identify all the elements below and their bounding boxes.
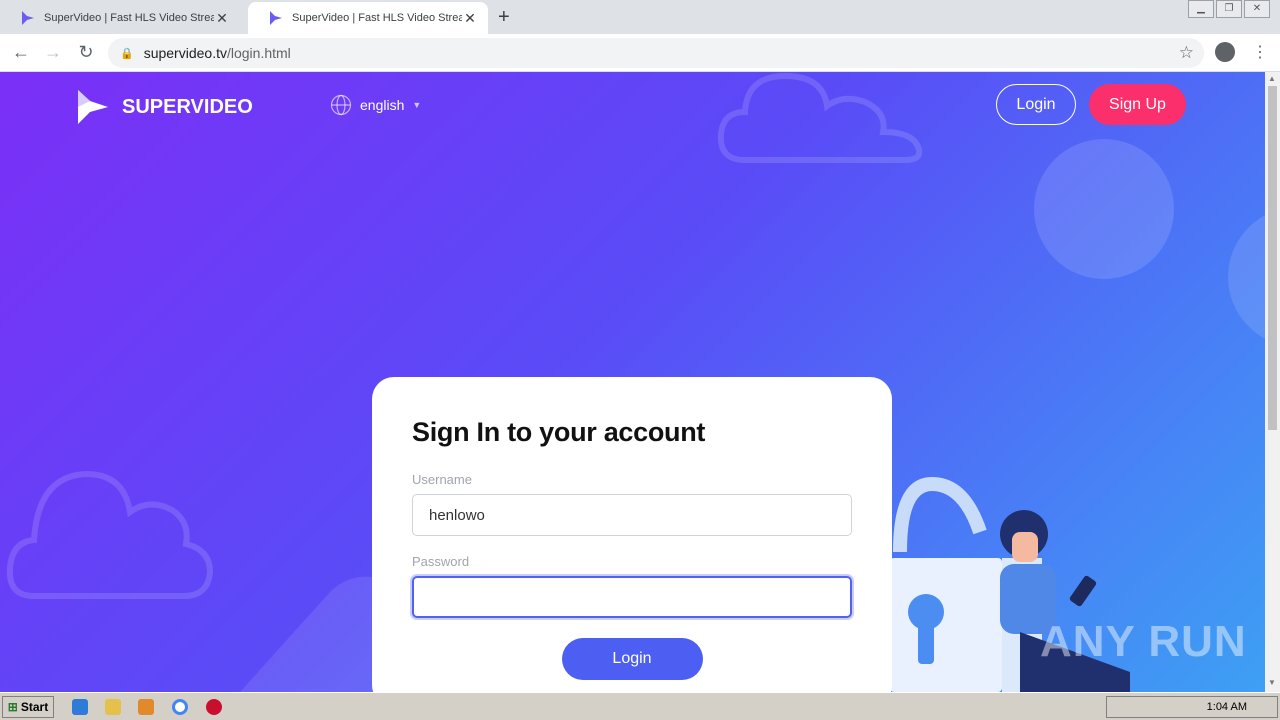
browser-toolbar: ← → ↻ 🔒 supervideo.tv/login.html ☆ ⋮	[0, 34, 1280, 72]
reload-icon[interactable]: ↻	[75, 42, 97, 63]
tab-title: SuperVideo | Fast HLS Video Streaming	[292, 12, 462, 24]
url-host: supervideo.tv	[143, 45, 227, 61]
supervideo-favicon-icon	[22, 11, 34, 25]
globe-icon	[330, 94, 352, 116]
page-scrollbar[interactable]: ▲ ▼	[1265, 72, 1280, 692]
username-field[interactable]: henlowo	[412, 494, 852, 536]
supervideo-favicon-icon	[270, 11, 282, 25]
password-label: Password	[412, 554, 470, 569]
circle-decoration	[1034, 139, 1174, 279]
anyrun-watermark: ANY RUN	[1040, 617, 1247, 666]
bookmark-star-icon[interactable]: ☆	[1179, 43, 1194, 63]
cloud-outline-decoration	[6, 470, 214, 599]
start-label: Start	[20, 700, 49, 714]
tab-title: SuperVideo | Fast HLS Video Streaming	[44, 12, 214, 24]
back-icon[interactable]: ←	[10, 42, 32, 63]
windows-logo-icon: ⊞	[7, 700, 18, 714]
new-tab-button[interactable]: +	[498, 6, 510, 29]
chrome-icon[interactable]	[172, 699, 188, 715]
close-tab-icon[interactable]: ✕	[214, 10, 230, 27]
scroll-up-icon[interactable]: ▲	[1268, 74, 1276, 83]
scrollbar-thumb[interactable]	[1268, 86, 1277, 430]
kebab-menu-icon[interactable]: ⋮	[1252, 42, 1268, 62]
internet-explorer-icon[interactable]	[72, 699, 88, 715]
browser-tab-strip: SuperVideo | Fast HLS Video Streaming ✕ …	[0, 0, 1280, 34]
opera-icon[interactable]	[206, 699, 222, 715]
username-label: Username	[412, 472, 472, 487]
system-tray: 1:04 AM	[1106, 696, 1278, 718]
cloud-outline-decoration	[717, 72, 923, 163]
clock[interactable]: 1:04 AM	[1207, 701, 1247, 713]
minimize-icon[interactable]: ▁	[1188, 0, 1214, 18]
file-explorer-icon[interactable]	[105, 699, 121, 715]
lock-icon: 🔒	[120, 47, 134, 60]
forward-icon[interactable]: →	[42, 42, 64, 63]
windows-taskbar: ⊞ Start 1:04 AM	[0, 692, 1280, 720]
close-tab-icon[interactable]: ✕	[462, 10, 478, 27]
media-player-icon[interactable]	[138, 699, 154, 715]
scroll-down-icon[interactable]: ▼	[1268, 678, 1276, 687]
form-title: Sign In to your account	[412, 417, 706, 447]
language-selector[interactable]: english ▼	[330, 94, 421, 116]
password-field[interactable]	[412, 576, 852, 618]
profile-avatar-icon[interactable]	[1215, 42, 1235, 62]
signup-button[interactable]: Sign Up	[1089, 84, 1186, 125]
chevron-down-icon: ▼	[412, 100, 422, 110]
browser-tab-active[interactable]: SuperVideo | Fast HLS Video Streaming ✕	[248, 2, 488, 34]
brand-name: SUPERVIDEO	[122, 95, 253, 118]
login-submit-button[interactable]: Login	[561, 638, 703, 680]
supervideo-logo-icon	[78, 90, 108, 124]
header-login-button[interactable]: Login	[996, 84, 1076, 125]
browser-tab[interactable]: SuperVideo | Fast HLS Video Streaming ✕	[0, 2, 240, 34]
address-bar[interactable]: 🔒 supervideo.tv/login.html ☆	[108, 38, 1204, 68]
start-button[interactable]: ⊞ Start	[2, 696, 54, 718]
close-window-icon[interactable]: ✕	[1244, 0, 1270, 18]
language-label: english	[360, 97, 405, 113]
window-controls: ▁ ❐ ✕	[1186, 0, 1270, 18]
circle-decoration	[1228, 207, 1265, 347]
brand-logo[interactable]: SUPERVIDEO	[76, 88, 253, 126]
restore-icon[interactable]: ❐	[1216, 0, 1242, 18]
login-card: Sign In to your account Username henlowo…	[372, 377, 892, 692]
login-page: SUPERVIDEO english ▼ Login Sign Up Sign …	[0, 72, 1265, 692]
url-path: /login.html	[226, 45, 291, 61]
